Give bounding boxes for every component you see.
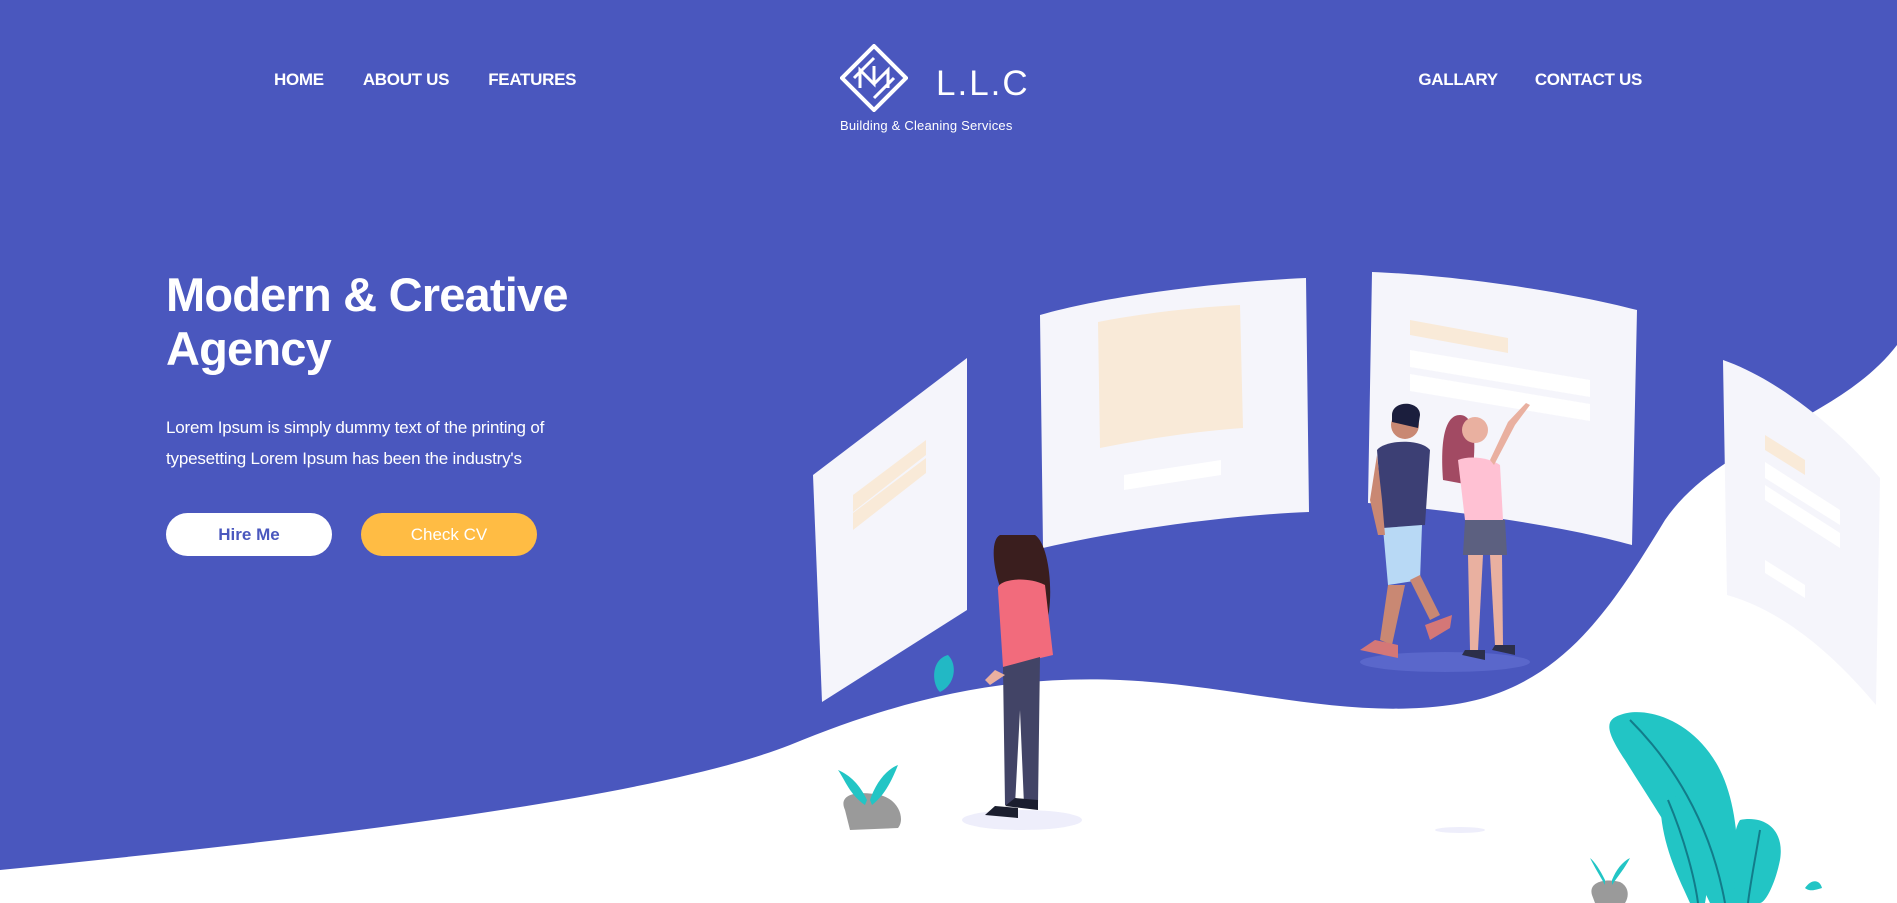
nav-about-us[interactable]: ABOUT US [363,70,450,90]
nav-features[interactable]: FEATURES [488,70,576,90]
logo-name: L.L.C [936,64,1030,103]
nav-contact-us[interactable]: CONTACT US [1535,70,1642,90]
nav-right: GALLARY CONTACT US [1418,70,1642,90]
hero-section: HOME ABOUT US FEATURES L.L.C Building & … [0,0,1897,903]
check-cv-button[interactable]: Check CV [361,513,537,556]
hero-description: Lorem Ipsum is simply dummy text of the … [166,418,545,468]
panel-center [1040,278,1309,548]
diamond-logo-icon [840,44,908,112]
nav-gallary[interactable]: GALLARY [1418,70,1498,90]
plant-small-right [1590,858,1630,903]
nav-left: HOME ABOUT US FEATURES [274,70,576,90]
hero-title: Modern & Creative Agency [166,268,568,375]
plant-left [838,765,901,830]
panel-far-right [1723,360,1880,705]
logo[interactable]: L.L.C Building & Cleaning Services [840,44,1028,139]
nav-home[interactable]: HOME [274,70,324,90]
tiny-plant-icon [1805,881,1822,891]
logo-tagline: Building & Cleaning Services [840,118,1013,133]
hire-me-button[interactable]: Hire Me [166,513,332,556]
plant-right [1609,712,1781,903]
